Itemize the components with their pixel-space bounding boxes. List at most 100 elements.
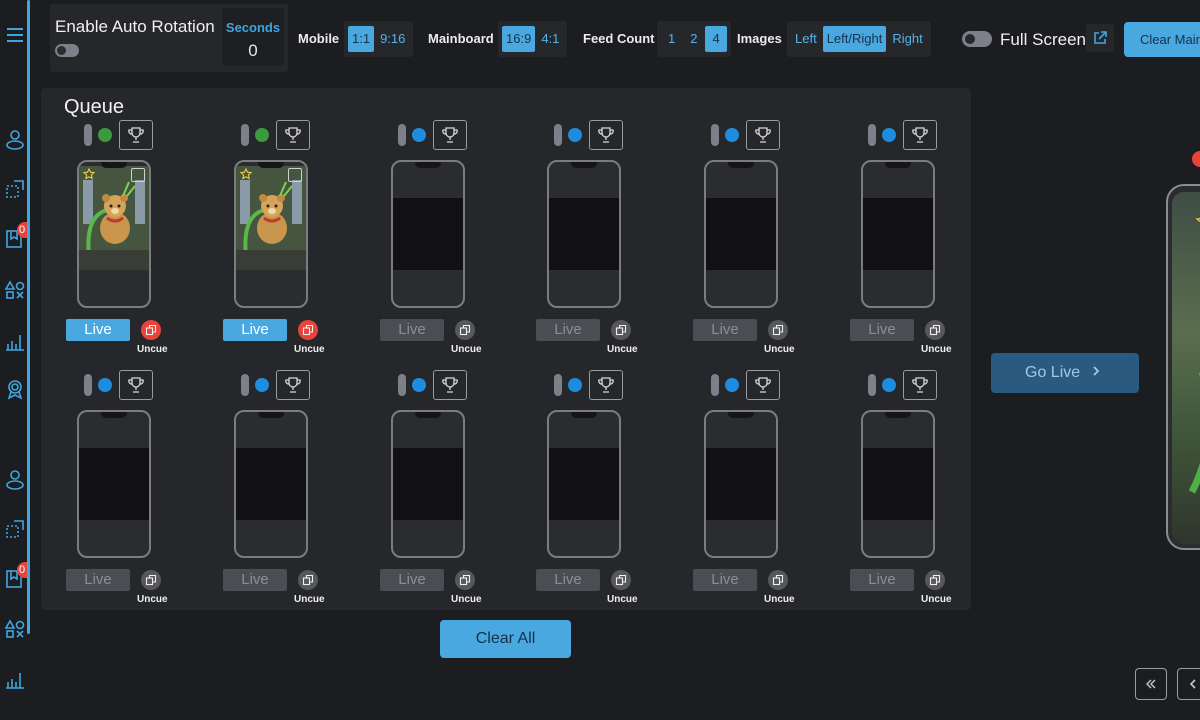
queue-item: Live Uncue <box>693 370 839 610</box>
feature-button[interactable] <box>903 370 937 400</box>
uncue-button[interactable] <box>141 570 161 590</box>
bar-chart-icon[interactable] <box>4 330 26 352</box>
feature-button[interactable] <box>589 370 623 400</box>
crop-icon[interactable] <box>4 178 26 200</box>
queue-item: Live Uncue <box>850 120 996 360</box>
bar-chart-icon[interactable] <box>4 668 26 690</box>
star-icon[interactable] <box>83 168 95 180</box>
feature-button[interactable] <box>903 120 937 150</box>
mainboard-ratio-selector: 16:9 4:1 <box>498 21 568 57</box>
trophy-icon <box>285 127 301 143</box>
uncue-button[interactable] <box>455 570 475 590</box>
live-button[interactable]: Live <box>693 569 757 591</box>
feature-button[interactable] <box>119 120 153 150</box>
first-page-button[interactable] <box>1135 668 1167 700</box>
feature-button[interactable] <box>746 120 780 150</box>
mobile-option-1-1[interactable]: 1:1 <box>348 26 375 52</box>
phone-frame[interactable] <box>704 160 778 308</box>
phone-frame[interactable] <box>234 160 308 308</box>
award-icon[interactable] <box>4 378 26 400</box>
feed-placeholder <box>79 448 149 520</box>
status-pill <box>398 124 406 146</box>
queue-item: Live Uncue <box>536 120 682 360</box>
phone-frame[interactable] <box>861 410 935 558</box>
phone-frame[interactable] <box>77 160 151 308</box>
phone-frame[interactable] <box>391 160 465 308</box>
user-icon[interactable] <box>4 128 26 150</box>
mobile-option-9-16[interactable]: 9:16 <box>376 26 409 52</box>
phone-frame[interactable] <box>234 410 308 558</box>
go-live-button[interactable]: Go Live <box>991 353 1139 393</box>
live-button[interactable]: Live <box>66 319 130 341</box>
uncue-button[interactable] <box>141 320 161 340</box>
clear-main-button[interactable]: Clear Main <box>1124 22 1200 57</box>
images-option-left[interactable]: Left <box>791 26 821 52</box>
images-option-right[interactable]: Right <box>888 26 926 52</box>
phone-notch <box>728 162 754 168</box>
user-icon[interactable] <box>4 468 26 490</box>
feature-button[interactable] <box>433 370 467 400</box>
phone-frame[interactable] <box>704 410 778 558</box>
phone-frame[interactable] <box>547 410 621 558</box>
feed-count-option-2[interactable]: 2 <box>684 26 703 52</box>
feature-button[interactable] <box>276 120 310 150</box>
shapes-icon[interactable] <box>4 279 26 301</box>
images-option-left-right[interactable]: Left/Right <box>822 26 887 52</box>
feed-count-label: Feed Count <box>583 31 655 46</box>
live-button[interactable]: Live <box>536 569 600 591</box>
trophy-icon <box>912 377 928 393</box>
feed-placeholder <box>863 198 933 270</box>
uncue-button[interactable] <box>925 320 945 340</box>
feature-button[interactable] <box>433 120 467 150</box>
uncue-button[interactable] <box>925 570 945 590</box>
copy-icon <box>459 324 471 336</box>
mainboard-option-4-1[interactable]: 4:1 <box>537 26 563 52</box>
queue-item: Live Uncue <box>380 120 526 360</box>
live-button[interactable]: Live <box>223 319 287 341</box>
phone-frame[interactable] <box>77 410 151 558</box>
uncue-button[interactable] <box>455 320 475 340</box>
uncue-button[interactable] <box>298 570 318 590</box>
sidebar: 0 0 <box>0 0 31 720</box>
uncue-button[interactable] <box>611 320 631 340</box>
full-screen-toggle[interactable] <box>962 31 992 47</box>
uncue-label: Uncue <box>451 344 482 355</box>
live-button[interactable]: Live <box>850 319 914 341</box>
phone-frame[interactable] <box>547 160 621 308</box>
uncue-button[interactable] <box>768 570 788 590</box>
star-icon[interactable] <box>240 168 252 180</box>
feed-count-option-1[interactable]: 1 <box>661 26 682 52</box>
select-checkbox[interactable] <box>288 168 302 182</box>
phone-frame[interactable] <box>861 160 935 308</box>
live-button[interactable]: Live <box>380 319 444 341</box>
external-link-button[interactable] <box>1086 24 1114 52</box>
crop-icon[interactable] <box>4 518 26 540</box>
phone-frame[interactable] <box>391 410 465 558</box>
feature-button[interactable] <box>746 370 780 400</box>
feature-button[interactable] <box>589 120 623 150</box>
sidebar-scrollbar[interactable] <box>27 0 30 634</box>
mainboard-option-16-9[interactable]: 16:9 <box>502 26 536 52</box>
auto-rotation-label: Enable Auto Rotation <box>55 17 215 36</box>
live-button[interactable]: Live <box>536 319 600 341</box>
clear-all-button[interactable]: Clear All <box>440 620 571 658</box>
uncue-label: Uncue <box>921 344 952 355</box>
live-button[interactable]: Live <box>850 569 914 591</box>
menu-icon[interactable] <box>4 24 26 46</box>
uncue-button[interactable] <box>611 570 631 590</box>
live-button[interactable]: Live <box>693 319 757 341</box>
shapes-icon[interactable] <box>4 618 26 640</box>
previous-page-button[interactable] <box>1177 668 1200 700</box>
uncue-button[interactable] <box>768 320 788 340</box>
live-button[interactable]: Live <box>223 569 287 591</box>
live-button[interactable]: Live <box>380 569 444 591</box>
feature-button[interactable] <box>276 370 310 400</box>
uncue-button[interactable] <box>298 320 318 340</box>
feature-button[interactable] <box>119 370 153 400</box>
seconds-input[interactable]: Seconds 0 <box>222 8 284 66</box>
copy-icon <box>772 574 784 586</box>
feed-count-option-4[interactable]: 4 <box>705 26 727 52</box>
auto-rotation-toggle[interactable] <box>55 44 79 57</box>
select-checkbox[interactable] <box>131 168 145 182</box>
live-button[interactable]: Live <box>66 569 130 591</box>
